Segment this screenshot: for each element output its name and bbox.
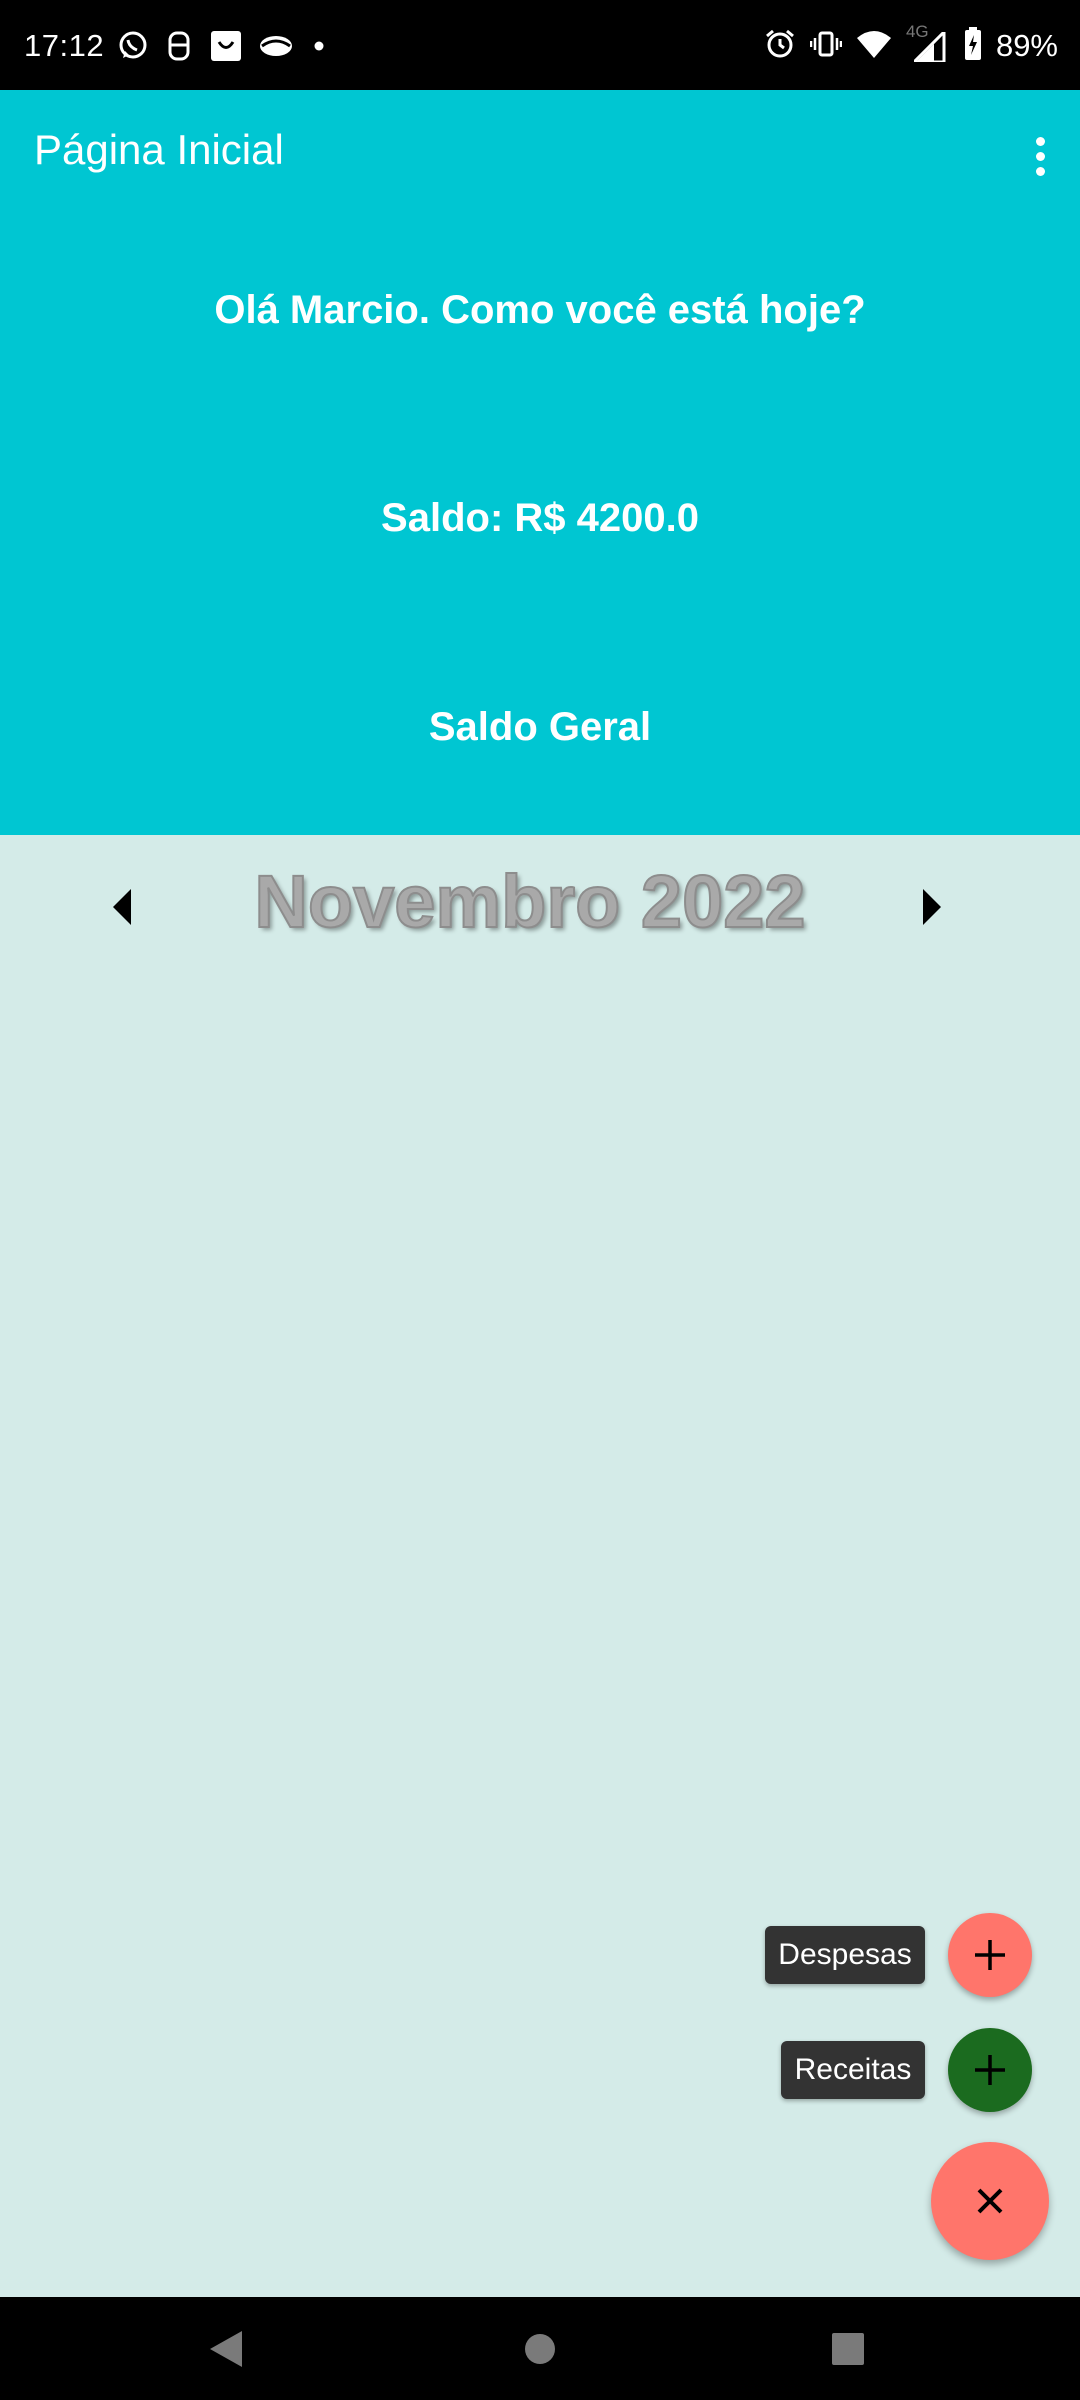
close-icon [977,2188,1003,2214]
add-income-button[interactable] [948,2028,1032,2112]
vibrate-icon [809,28,843,65]
greeting-text: Olá Marcio. Como você está hoje? [214,288,866,332]
plus-icon [975,1940,1005,1970]
arrow-left-icon[interactable] [92,877,152,937]
add-expense-button[interactable] [948,1913,1032,1997]
notification-app-icon [164,30,194,62]
balance-value: Saldo: R$ 4200.0 [381,496,699,540]
month-selector: Novembro 2022 [0,835,1080,965]
arrow-right-icon[interactable] [902,877,962,937]
recents-icon[interactable] [818,2319,878,2379]
signal-icon: 4G [906,22,950,64]
income-label[interactable]: Receitas [781,2041,925,2099]
shopping-bag-icon [208,30,244,62]
back-icon[interactable] [196,2319,256,2379]
alarm-icon [764,28,796,65]
header: Página Inicial Olá Marcio. Como você est… [0,90,1080,835]
month-label: Novembro 2022 [253,859,806,944]
status-time: 17:12 [24,28,105,63]
battery-charging-icon [964,26,982,66]
balance-label: Saldo Geral [428,705,652,749]
whatsapp-icon [116,30,150,62]
expenses-label[interactable]: Despesas [765,1926,925,1984]
close-menu-button[interactable] [931,2142,1049,2260]
app-title: Página Inicial [34,126,284,173]
more-vertical-icon[interactable] [1022,126,1058,186]
dot-icon [312,30,326,62]
wifi-icon [856,28,892,65]
navigation-bar [0,2297,1080,2400]
plus-icon [975,2055,1005,2085]
battery-percentage: 89% [995,28,1058,63]
status-right: 4G 89% [764,22,1058,66]
home-icon[interactable] [510,2319,570,2379]
screen: 17:12 4G 89% Página Inicial Olá Marcio. … [0,0,1080,2400]
status-bar: 17:12 4G 89% [0,0,1080,90]
eye-app-icon [256,30,296,62]
